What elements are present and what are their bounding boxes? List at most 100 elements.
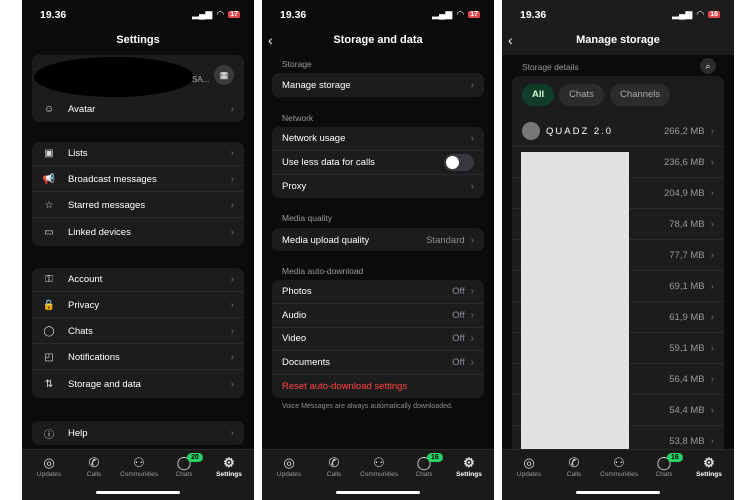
manage-storage-screen: 19.36 ▂▄▆ ◠ 16 ‹ Manage storage Storage de… <box>502 0 734 500</box>
avatar-item[interactable]: ☺ Avatar › <box>32 97 244 121</box>
qr-code-icon[interactable]: ▦ <box>214 65 234 85</box>
network-usage-item[interactable]: Network usage › <box>272 127 484 151</box>
chevron-right-icon: › <box>470 356 474 368</box>
list-item[interactable]: 📢 Broadcast messages › <box>32 168 244 192</box>
tab-updates[interactable]: ◎ Updates <box>506 455 552 478</box>
tab-communities[interactable]: ⚇ Communities <box>116 455 162 478</box>
home-indicator <box>576 491 660 494</box>
item-label: Starred messages <box>68 200 146 211</box>
proxy-item[interactable]: Proxy › <box>272 174 484 198</box>
redacted-profile <box>34 57 194 97</box>
redacted-area <box>521 152 629 450</box>
item-label: Broadcast messages <box>68 174 157 185</box>
manage-storage-item[interactable]: Manage storage › <box>272 73 484 97</box>
tab-label: Updates <box>36 471 62 478</box>
list-item[interactable]: Photos Off › <box>272 280 484 304</box>
tab-communities[interactable]: ⚇ Communities <box>356 455 402 478</box>
chevron-right-icon: › <box>710 218 714 230</box>
home-indicator <box>336 491 420 494</box>
tab-updates[interactable]: ◎ Updates <box>266 455 312 478</box>
phone-icon: ✆ <box>328 455 340 470</box>
tab-label: Updates <box>516 471 542 478</box>
tab-label: Settings <box>456 471 482 478</box>
storage-data-screen: 19.36 ▂▄▆ ◠ 17 ‹ Storage and data Storage … <box>262 0 494 500</box>
chevron-right-icon: › <box>710 280 714 292</box>
wifi-icon: ◠ <box>216 9 225 19</box>
item-value: Off <box>452 356 465 368</box>
status-icons: ▂▄▆ ◠ 17 <box>432 9 480 20</box>
list-item[interactable]: ▣ Lists › <box>32 142 244 166</box>
tab-calls[interactable]: ✆ Calls <box>551 455 597 478</box>
list-item[interactable]: ☆ Starred messages › <box>32 194 244 218</box>
profile-card[interactable]: SA... ▦ ☺ Avatar › <box>32 55 244 122</box>
tab-settings[interactable]: ⚙ Settings <box>446 455 492 478</box>
chevron-right-icon: › <box>470 286 474 297</box>
chevron-right-icon: › <box>230 148 234 159</box>
tab-chats[interactable]: ◯ Chats 16 <box>401 453 447 478</box>
chevron-right-icon: › <box>710 187 714 199</box>
auto-download-group: Photos Off › Audio Off › Video Off › Documents Off… <box>272 280 484 398</box>
list-item[interactable]: ◯ Chats › <box>32 320 244 344</box>
list-item[interactable]: ◰ Notifications › <box>32 346 244 370</box>
tab-chats[interactable]: ◯ Chats 16 <box>641 453 687 478</box>
chevron-right-icon: › <box>710 404 714 416</box>
settings-screen: 19.36 ▂▄▆ ◠ 17 Settings SA... ▦ ☺ Avatar › ▣… <box>22 0 254 500</box>
tab-updates[interactable]: ◎ Updates <box>26 455 72 478</box>
chip-chats[interactable]: Chats <box>559 84 604 106</box>
status-time: 19.36 <box>40 9 67 21</box>
unread-badge: 16 <box>667 453 683 462</box>
reset-auto-download-button[interactable]: Reset auto-download settings <box>272 374 484 398</box>
status-time: 19.36 <box>280 9 307 21</box>
list-item[interactable]: Documents Off › <box>272 351 484 375</box>
chat-bubble-icon: ◯ <box>43 326 55 337</box>
item-label: Linked devices <box>68 226 131 238</box>
battery-icon: 17 <box>228 11 240 18</box>
tab-label: Calls <box>86 471 102 478</box>
tab-communities[interactable]: ⚇ Communities <box>596 455 642 478</box>
help-item[interactable]: ⓘ Help › <box>32 421 244 445</box>
signal-icon: ▂▄▆ <box>672 9 693 19</box>
chevron-right-icon: › <box>710 373 714 385</box>
list-item[interactable]: Video Off › <box>272 327 484 351</box>
status-time: 19.36 <box>520 9 547 21</box>
chevron-right-icon: › <box>470 333 474 344</box>
chevron-right-icon: › <box>230 300 234 311</box>
chip-channels[interactable]: Channels <box>610 84 671 106</box>
tab-label: Communities <box>120 471 158 478</box>
item-value: Off <box>452 333 465 344</box>
item-label: Audio <box>282 309 307 321</box>
list-item[interactable]: ⇅ Storage and data › <box>32 372 244 396</box>
search-icon[interactable]: ⌕ <box>700 58 716 74</box>
tab-chats[interactable]: ◯ Chats 20 <box>161 453 207 478</box>
chevron-right-icon: › <box>230 427 234 439</box>
tab-calls[interactable]: ✆ Calls <box>71 455 117 478</box>
tab-label: Settings <box>216 471 242 478</box>
chevron-right-icon: › <box>710 125 714 137</box>
tab-settings[interactable]: ⚙ Settings <box>686 455 732 478</box>
section-label: Storage details <box>522 62 579 72</box>
item-label: Photos <box>282 286 312 297</box>
tab-calls[interactable]: ✆ Calls <box>311 455 357 478</box>
storage-size: 236,6 MB <box>663 156 705 168</box>
chip-all[interactable]: All <box>522 84 555 106</box>
list-item[interactable]: Audio Off › <box>272 304 484 328</box>
star-icon: ☆ <box>44 200 54 211</box>
list-item[interactable]: ▭ Linked devices › <box>32 220 244 244</box>
list-item[interactable]: 🔒 Privacy › <box>32 294 244 318</box>
phone-icon: ✆ <box>568 455 580 470</box>
settings-group-help: ⓘ Help › <box>32 421 244 445</box>
media-upload-quality-item[interactable]: Media upload quality Standard › <box>272 228 484 252</box>
chevron-right-icon: › <box>710 311 714 323</box>
megaphone-icon: 📢 <box>42 174 56 185</box>
item-label: Reset auto-download settings <box>282 380 408 392</box>
tab-label: Chats <box>655 471 673 478</box>
storage-row[interactable]: QUADZ 2.0 266,2 MB › <box>512 116 724 147</box>
less-data-toggle[interactable] <box>444 154 474 171</box>
wifi-icon: ◠ <box>696 9 705 19</box>
key-icon: ⚿ <box>45 274 53 285</box>
tab-label: Chats <box>175 471 193 478</box>
tab-settings[interactable]: ⚙ Settings <box>206 455 252 478</box>
list-item[interactable]: ⚿ Account › <box>32 268 244 292</box>
battery-icon: 17 <box>468 11 480 18</box>
chevron-right-icon: › <box>230 200 234 211</box>
